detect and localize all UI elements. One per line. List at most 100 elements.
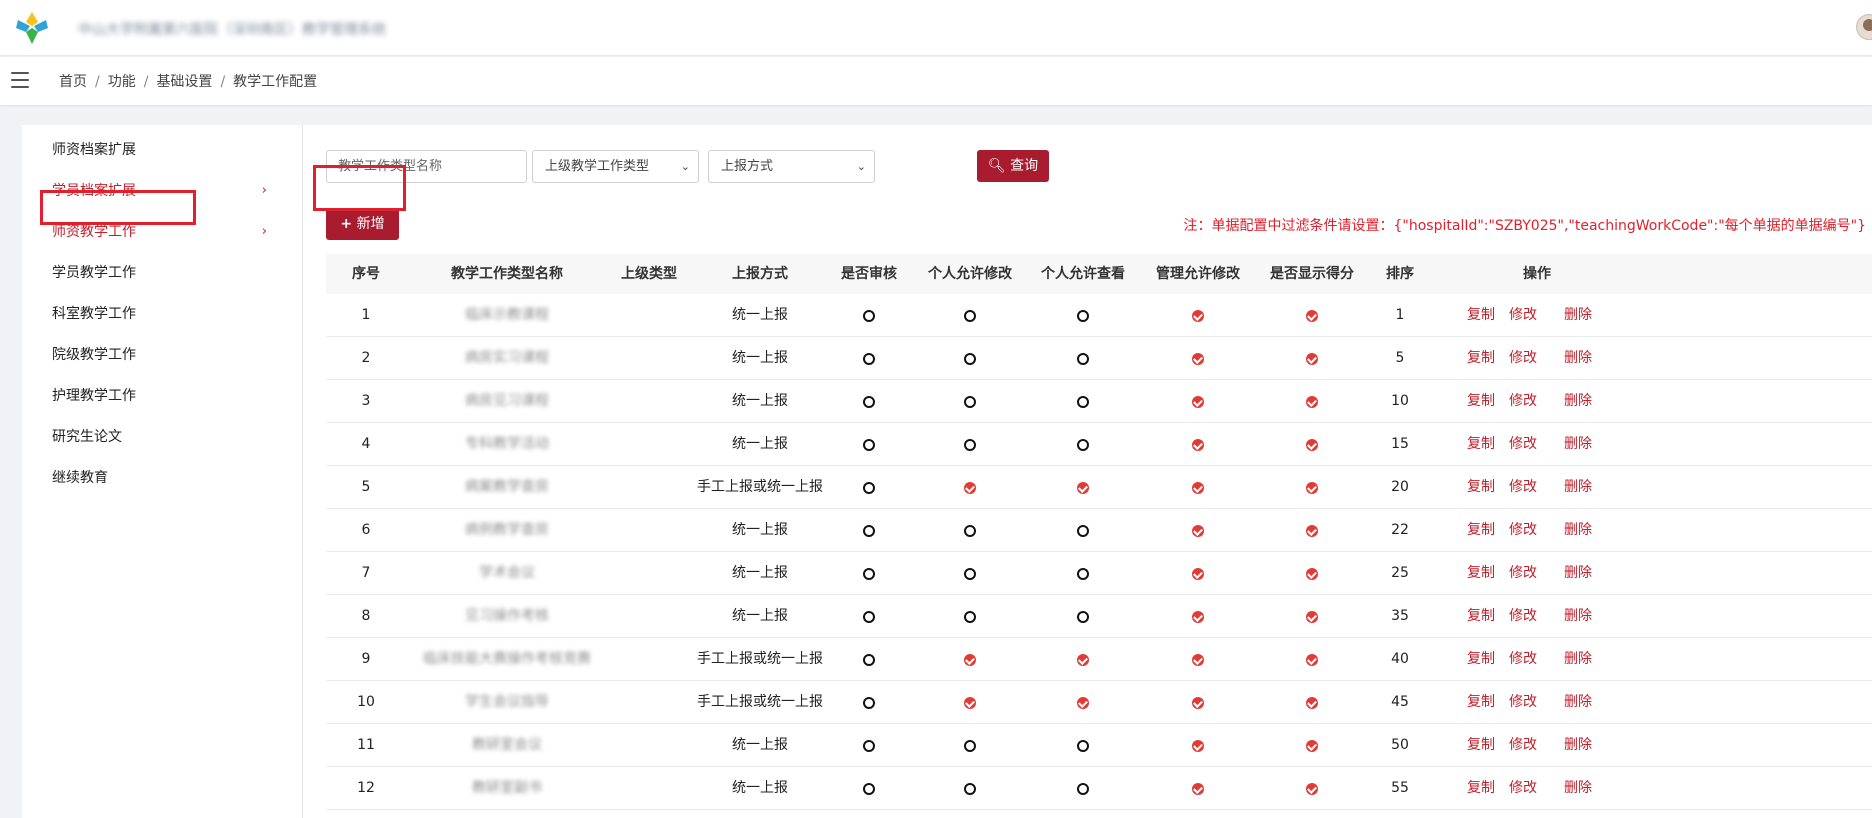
- sidebar-item-student-teaching-work[interactable]: 学员教学工作: [52, 253, 297, 293]
- delete-link[interactable]: 删除: [1564, 423, 1592, 466]
- checked-circle-icon: [1192, 611, 1204, 623]
- edit-link[interactable]: 修改: [1509, 294, 1537, 337]
- delete-link[interactable]: 删除: [1564, 509, 1592, 552]
- checked-circle-icon: [1192, 396, 1204, 408]
- row-sort: 10: [1391, 393, 1409, 409]
- checked-circle-icon: [1306, 525, 1318, 537]
- add-button[interactable]: + 新增: [326, 208, 399, 240]
- menu-toggle-icon[interactable]: [11, 72, 29, 88]
- edit-link[interactable]: 修改: [1509, 509, 1537, 552]
- copy-link[interactable]: 复制: [1467, 337, 1495, 380]
- checked-circle-icon: [1306, 783, 1318, 795]
- copy-link[interactable]: 复制: [1467, 552, 1495, 595]
- breadcrumb-home[interactable]: 首页: [59, 74, 87, 90]
- breadcrumb: 首页 / 功能 / 基础设置 / 教学工作配置: [59, 74, 318, 90]
- empty-circle-icon: [964, 353, 976, 365]
- row-sort: 25: [1391, 565, 1409, 581]
- row-type-name: 学术会议: [479, 565, 535, 581]
- edit-link[interactable]: 修改: [1509, 552, 1537, 595]
- copy-link[interactable]: 复制: [1467, 595, 1495, 638]
- delete-link[interactable]: 删除: [1564, 767, 1592, 810]
- user-avatar[interactable]: [1856, 14, 1872, 40]
- copy-link[interactable]: 复制: [1467, 509, 1495, 552]
- delete-link[interactable]: 删除: [1564, 466, 1592, 509]
- edit-link[interactable]: 修改: [1509, 423, 1537, 466]
- copy-link[interactable]: 复制: [1467, 380, 1495, 423]
- edit-link[interactable]: 修改: [1509, 724, 1537, 767]
- edit-link[interactable]: 修改: [1509, 767, 1537, 810]
- plus-icon: +: [340, 216, 353, 232]
- breadcrumb-basic-settings[interactable]: 基础设置: [156, 74, 212, 90]
- delete-link[interactable]: 删除: [1564, 638, 1592, 681]
- hospital-logo-icon[interactable]: [12, 10, 52, 46]
- breadcrumb-function[interactable]: 功能: [108, 74, 136, 90]
- sidebar-item-nursing-teaching-work[interactable]: 护理教学工作: [52, 376, 297, 416]
- sidebar-item-continuing-education[interactable]: 继续教育: [52, 458, 297, 498]
- copy-link[interactable]: 复制: [1467, 638, 1495, 681]
- row-number: 6: [361, 522, 371, 538]
- row-report-method: 统一上报: [732, 608, 788, 624]
- row-report-method: 手工上报或统一上报: [697, 694, 823, 710]
- delete-link[interactable]: 删除: [1564, 724, 1592, 767]
- row-number: 11: [357, 737, 375, 753]
- highlight-box: [40, 190, 196, 225]
- row-sort: 20: [1391, 479, 1409, 495]
- edit-link[interactable]: 修改: [1509, 638, 1537, 681]
- row-report-method: 统一上报: [732, 436, 788, 452]
- col-header-self-edit: 个人允许修改: [928, 266, 1012, 282]
- edit-link[interactable]: 修改: [1509, 380, 1537, 423]
- copy-link[interactable]: 复制: [1467, 681, 1495, 724]
- copy-link[interactable]: 复制: [1467, 294, 1495, 337]
- sidebar-item-department-teaching-work[interactable]: 科室教学工作: [52, 294, 297, 334]
- copy-link[interactable]: 复制: [1467, 767, 1495, 810]
- delete-link[interactable]: 删除: [1564, 337, 1592, 380]
- chevron-right-icon: ›: [261, 224, 267, 239]
- copy-link[interactable]: 复制: [1467, 466, 1495, 509]
- sidebar-item-hospital-teaching-work[interactable]: 院级教学工作: [52, 335, 297, 375]
- checked-circle-icon: [1306, 482, 1318, 494]
- chevron-right-icon: ›: [261, 183, 267, 198]
- delete-link[interactable]: 删除: [1564, 595, 1592, 638]
- row-report-method: 统一上报: [732, 393, 788, 409]
- empty-circle-icon: [964, 310, 976, 322]
- sidebar-item-teacher-archive[interactable]: 师资档案扩展: [52, 130, 297, 170]
- empty-circle-icon: [964, 783, 976, 795]
- empty-circle-icon: [863, 310, 875, 322]
- delete-link[interactable]: 删除: [1564, 552, 1592, 595]
- empty-circle-icon: [964, 396, 976, 408]
- query-button[interactable]: 🔍︎ 查询: [977, 150, 1049, 182]
- row-number: 1: [361, 307, 371, 323]
- edit-link[interactable]: 修改: [1509, 595, 1537, 638]
- empty-circle-icon: [1077, 353, 1089, 365]
- search-icon: 🔍︎: [987, 158, 1006, 174]
- empty-circle-icon: [964, 525, 976, 537]
- empty-circle-icon: [964, 568, 976, 580]
- empty-circle-icon: [1077, 611, 1089, 623]
- edit-link[interactable]: 修改: [1509, 681, 1537, 724]
- table-row: 3 病房见习课程 统一上报 10 复制 修改 删除: [326, 380, 1872, 423]
- row-number: 9: [361, 651, 371, 667]
- empty-circle-icon: [863, 353, 875, 365]
- col-header-self-view: 个人允许查看: [1041, 266, 1125, 282]
- parent-type-select[interactable]: 上级教学工作类型 ⌄: [532, 150, 699, 183]
- copy-link[interactable]: 复制: [1467, 423, 1495, 466]
- config-note: 注：单据配置中过滤条件请设置：{"hospitalId":"SZBY025","…: [1183, 218, 1866, 234]
- table-row: 12 教研室副书 统一上报 55 复制 修改 删除: [326, 767, 1872, 810]
- checked-circle-icon: [1192, 697, 1204, 709]
- table-row: 9 临床技能大赛操作考核竞赛 手工上报或统一上报 40 复制 修改 删除: [326, 638, 1872, 681]
- row-report-method: 统一上报: [732, 350, 788, 366]
- sidebar-item-graduate-thesis[interactable]: 研究生论文: [52, 417, 297, 457]
- checked-circle-icon: [1192, 310, 1204, 322]
- empty-circle-icon: [964, 439, 976, 451]
- delete-link[interactable]: 删除: [1564, 380, 1592, 423]
- delete-link[interactable]: 删除: [1564, 294, 1592, 337]
- row-sort: 35: [1391, 608, 1409, 624]
- edit-link[interactable]: 修改: [1509, 466, 1537, 509]
- delete-link[interactable]: 删除: [1564, 681, 1592, 724]
- table-row: 1 临床示教课程 统一上报 1 复制 修改 删除: [326, 294, 1872, 337]
- checked-circle-icon: [1077, 482, 1089, 494]
- edit-link[interactable]: 修改: [1509, 337, 1537, 380]
- copy-link[interactable]: 复制: [1467, 724, 1495, 767]
- checked-circle-icon: [1306, 654, 1318, 666]
- report-method-select[interactable]: 上报方式 ⌄: [708, 150, 875, 183]
